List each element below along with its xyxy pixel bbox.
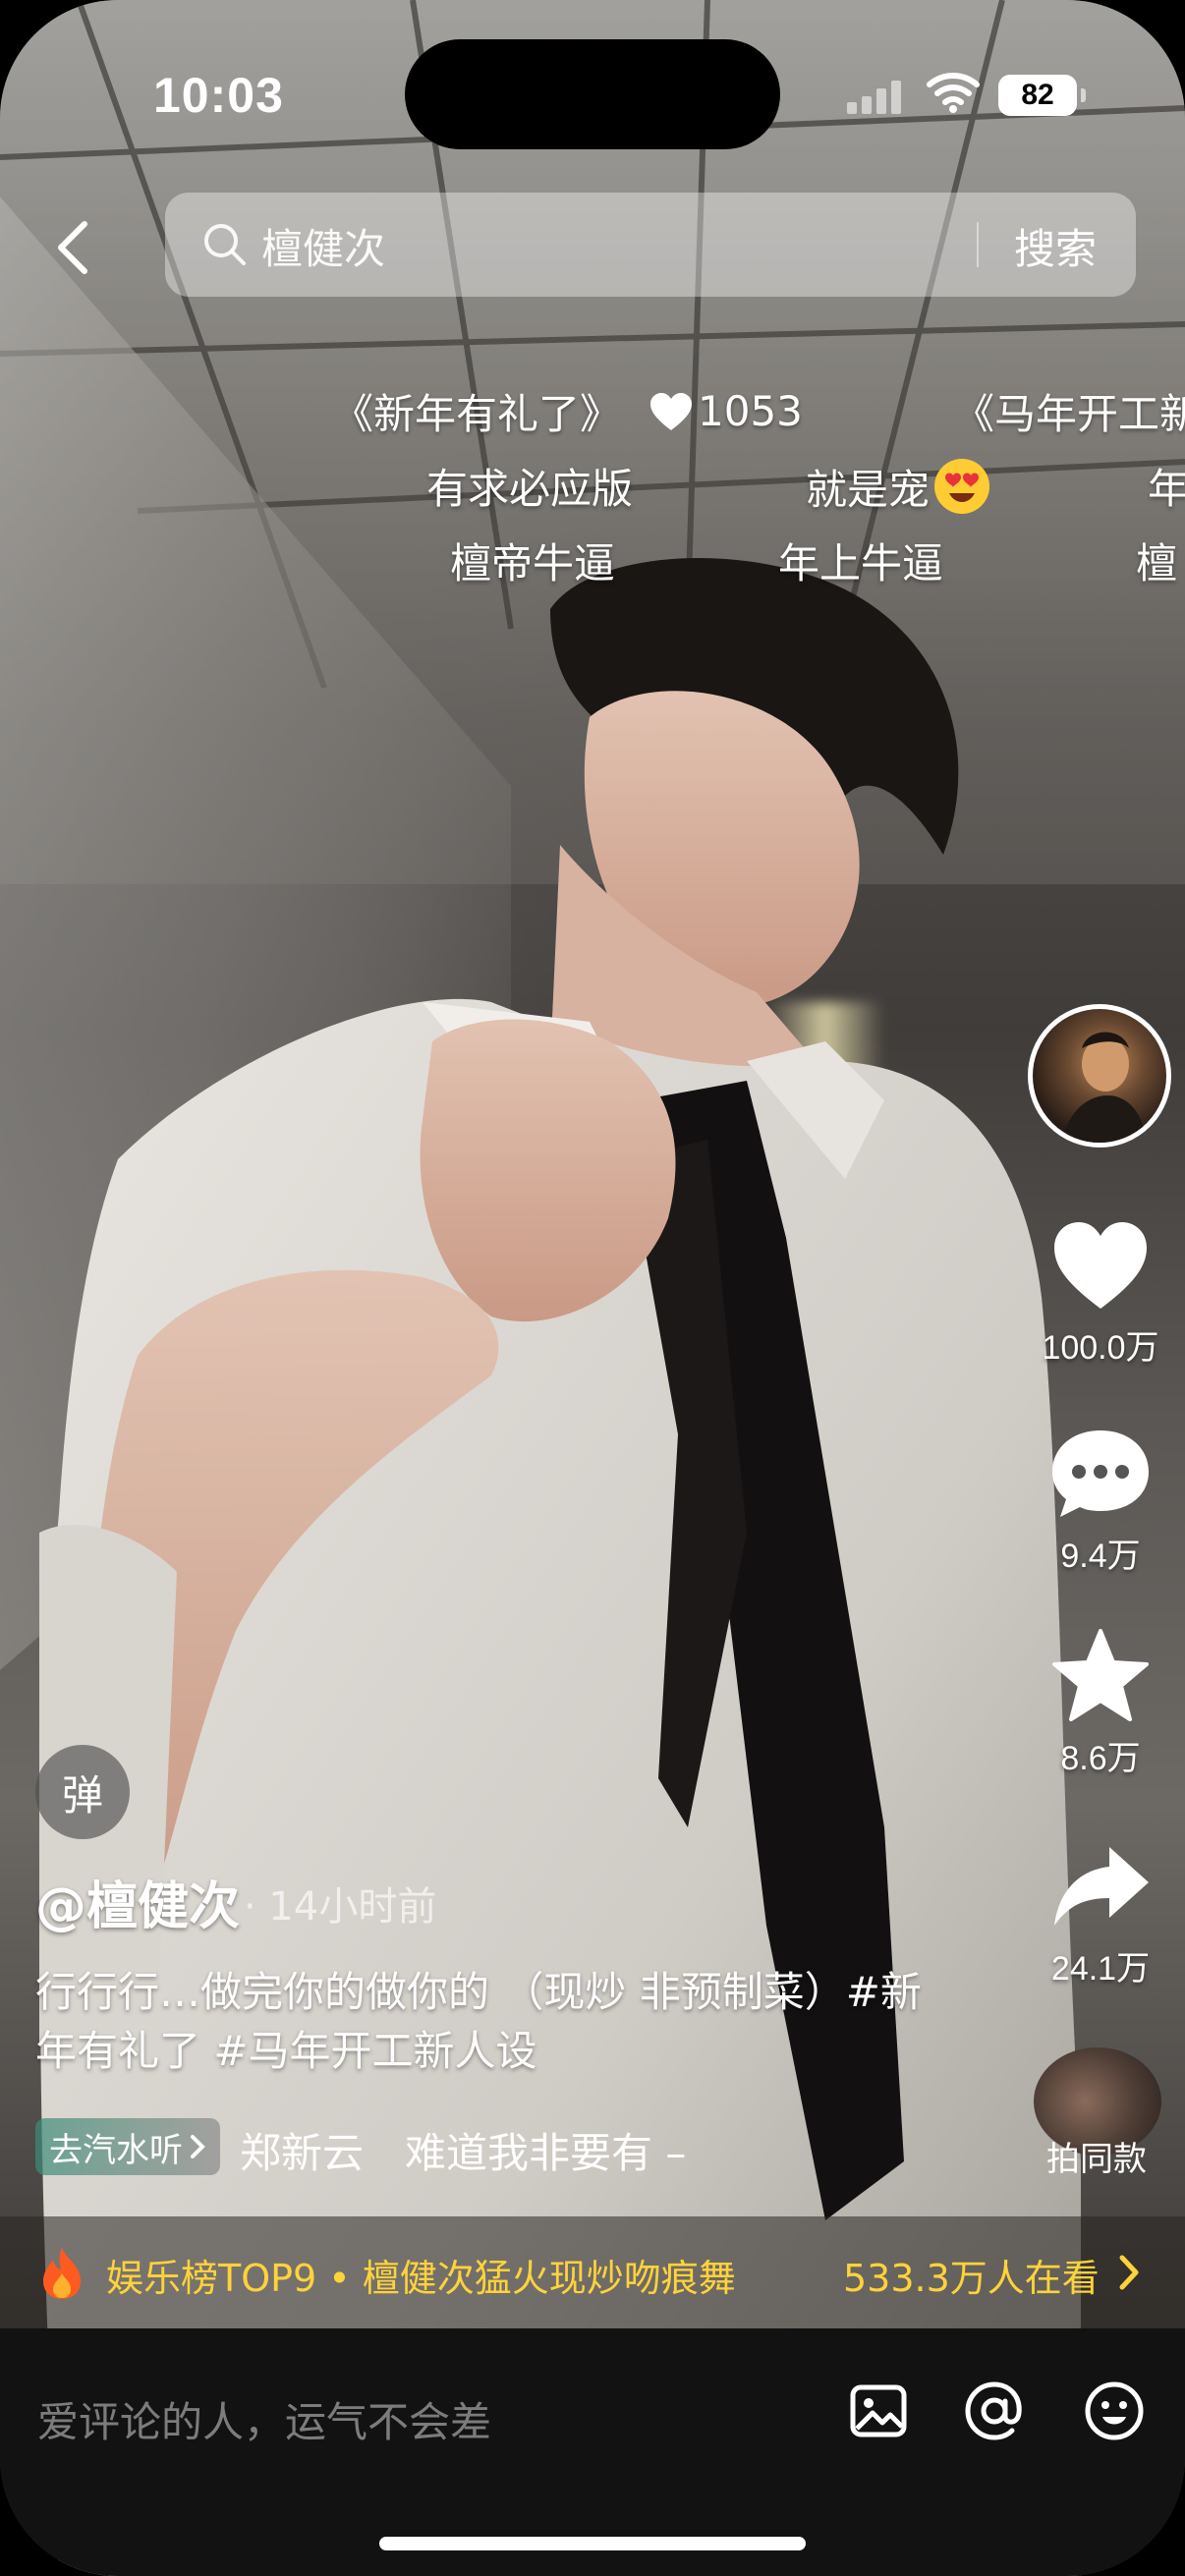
hot-list-text: 娱乐榜TOP9 • 檀健次猛火现炒吻痕舞: [106, 2257, 736, 2300]
favorite-button[interactable]: 8.6万: [1022, 1627, 1179, 1779]
heart-icon: [650, 392, 693, 430]
comment-icon: [1052, 1430, 1149, 1517]
viewer-count: 533.3万人在看: [843, 2257, 1100, 2300]
music-title[interactable]: 郑新云 难道我非要有 –: [240, 2120, 686, 2180]
search-query: 檀健次: [261, 225, 386, 273]
danmaku-item: 檀帝牛逼: [450, 531, 615, 590]
battery-indicator: 82: [998, 75, 1086, 116]
danmaku-item: 有求必应版: [426, 456, 633, 516]
post-caption[interactable]: 行行行…做完你的做你的 （现炒 非预制菜）#新年有礼了 #马年开工新人设: [35, 1963, 949, 2081]
danmaku-text: 有求必应版: [426, 465, 634, 513]
comment-count: 9.4万: [1060, 1538, 1141, 1575]
home-indicator[interactable]: [379, 2537, 806, 2550]
chevron-right-icon: [191, 2135, 205, 2158]
music-app-chip[interactable]: 去汽水听: [35, 2118, 220, 2175]
author-avatar[interactable]: [1028, 1004, 1171, 1148]
fire-icon: [43, 2248, 81, 2299]
emoji-icon[interactable]: [1083, 2380, 1146, 2442]
avatar-portrait: [1062, 1032, 1147, 1143]
like-button[interactable]: 100.0万: [1022, 1216, 1179, 1369]
danmaku-text: 年上牛逼: [778, 539, 944, 588]
heart-icon: [1054, 1222, 1147, 1309]
danmaku-text: 《新年有礼了》: [332, 390, 622, 438]
author-name[interactable]: @檀健次: [35, 1865, 240, 1938]
same-style-button[interactable]: 拍同款: [1018, 2132, 1175, 2180]
at-icon[interactable]: [963, 2380, 1026, 2442]
star-icon: [1052, 1629, 1149, 1721]
search-input[interactable]: 檀健次 搜索: [165, 193, 1136, 297]
share-count: 24.1万: [1050, 1950, 1151, 1988]
cellular-signal-icon: [847, 79, 906, 114]
danmaku-item: 檀: [1136, 531, 1177, 590]
share-button[interactable]: 24.1万: [1022, 1837, 1179, 1989]
chevron-right-icon: [1119, 2255, 1139, 2290]
image-icon[interactable]: [847, 2380, 910, 2442]
danmaku-row-3: 檀帝牛逼 年上牛逼 檀: [0, 531, 1185, 589]
danmaku-text: 檀: [1136, 539, 1178, 588]
comment-button[interactable]: 9.4万: [1022, 1425, 1179, 1577]
favorite-count: 8.6万: [1060, 1740, 1141, 1777]
search-divider: [977, 222, 979, 267]
music-chip-label: 去汽水听: [49, 2130, 183, 2170]
video-screen[interactable]: 10:03 82 檀健次 搜索 《新年有礼了》 1053 《马年开工新 有求必应…: [0, 0, 1185, 2576]
danmaku-toggle-button[interactable]: 弹: [35, 1745, 130, 1839]
danmaku-text: 就是宠: [806, 465, 931, 514]
danmaku-text: 檀帝牛逼: [450, 539, 616, 588]
danmaku-item: 年: [1148, 456, 1185, 516]
danmaku-item: 《新年有礼了》 1053: [332, 381, 803, 441]
danmaku-text: 《马年开工新: [953, 390, 1185, 438]
post-time: · 14小时前: [244, 1884, 437, 1930]
danmaku-item: 年上牛逼: [778, 531, 943, 590]
search-button[interactable]: 搜索: [1014, 216, 1097, 276]
danmaku-row-1: 《新年有礼了》 1053 《马年开工新: [0, 381, 1185, 440]
danmaku-item: 就是宠: [806, 456, 992, 517]
danmaku-like-count: 1053: [698, 387, 803, 435]
danmaku-item: 《马年开工新: [953, 381, 1185, 441]
share-icon: [1054, 1847, 1149, 1926]
back-icon: [58, 221, 87, 274]
heart-eyes-emoji-icon: [934, 459, 990, 514]
back-button[interactable]: [43, 208, 102, 287]
status-bar: 10:03 82: [0, 0, 1185, 187]
dynamic-island: [405, 39, 780, 149]
comment-input[interactable]: 爱评论的人，运气不会差: [37, 2389, 491, 2449]
status-time: 10:03: [153, 68, 284, 123]
danmaku-text: 年: [1148, 465, 1185, 513]
search-icon: [204, 224, 246, 265]
hot-list-banner[interactable]: 娱乐榜TOP9 • 檀健次猛火现炒吻痕舞 533.3万人在看: [0, 2216, 1185, 2328]
like-count: 100.0万: [1042, 1329, 1159, 1367]
danmaku-row-2: 有求必应版 就是宠 年: [0, 456, 1185, 515]
wifi-icon: [927, 73, 980, 113]
